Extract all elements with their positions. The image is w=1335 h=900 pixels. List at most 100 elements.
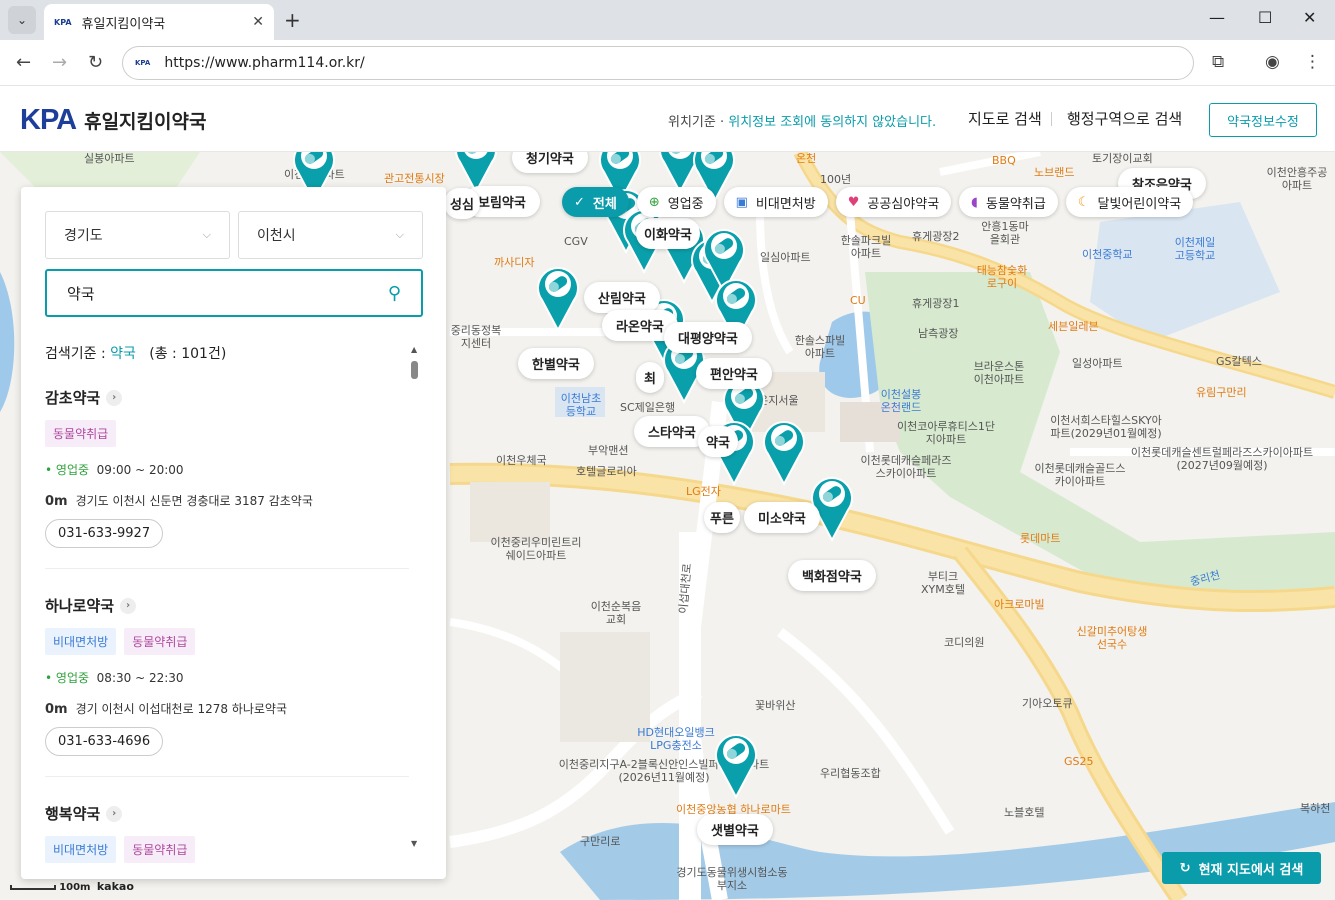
map-label: 노브랜드 — [1034, 166, 1075, 179]
list-item[interactable]: 하나로약국 › 비대면처방 동물약취급 • 영업중 08:30 ~ 22:30 0m… — [45, 595, 409, 777]
browser-tab-active[interactable]: KPA 휴일지킴이약국 ✕ — [44, 4, 274, 40]
new-tab-icon[interactable]: + — [284, 8, 301, 32]
map-scale: 100m kakao — [10, 880, 134, 893]
capsule-icon: ◖ — [971, 194, 979, 210]
header-divider — [1051, 112, 1052, 126]
pharmacy-name[interactable]: 행복약국 — [45, 803, 100, 824]
business-hours: 08:30 ~ 22:30 — [96, 671, 184, 685]
location-info: 위치기준 · 위치정보 조회에 동의하지 않았습니다. — [668, 111, 936, 130]
map-label: GS25 — [1064, 755, 1094, 768]
phone-button[interactable]: 031-633-4696 — [45, 727, 164, 756]
menu-kebab-icon[interactable]: ⋮ — [1304, 52, 1321, 72]
forward-icon[interactable]: → — [52, 52, 67, 73]
filter-label: 공공심야약국 — [867, 196, 940, 212]
list-item[interactable]: 감초약국 › 동물약취급 • 영업중 09:00 ~ 20:00 0m 경기도 이천… — [45, 387, 409, 569]
pharmacy-map-label[interactable]: 성심 — [444, 188, 480, 219]
scroll-down-icon[interactable]: ▼ — [411, 839, 417, 848]
search-input[interactable] — [67, 284, 367, 302]
research-label: 현재 지도에서 검색 — [1198, 862, 1304, 878]
pharmacy-pin-icon[interactable] — [760, 414, 808, 487]
extensions-icon[interactable]: ⧉ — [1212, 52, 1224, 72]
nav-map-search[interactable]: 지도로 검색 — [968, 108, 1042, 129]
chevron-right-icon[interactable]: › — [106, 805, 123, 822]
map-label: 아크로마빌 — [994, 598, 1045, 611]
edit-pharmacy-button[interactable]: 약국정보수정 — [1209, 103, 1317, 137]
profile-icon[interactable]: ◉ — [1265, 52, 1280, 72]
minimize-icon[interactable]: — — [1209, 8, 1225, 27]
url-input[interactable]: KPA https://www.pharm114.or.kr/ — [122, 46, 1194, 80]
scroll-thumb[interactable] — [411, 361, 418, 379]
pharmacy-pin-icon[interactable] — [712, 727, 760, 800]
pharmacy-map-label[interactable]: 대평양약국 — [664, 322, 752, 353]
pharmacy-name[interactable]: 하나로약국 — [45, 595, 114, 616]
search-icon[interactable]: ⚲ — [388, 283, 401, 304]
pharmacy-pin-icon[interactable] — [534, 260, 582, 333]
check-icon: ✓ — [574, 194, 585, 210]
search-field[interactable]: ⚲ — [45, 269, 423, 317]
filter-moonlight[interactable]: ☾ 달빛어린이약국 — [1065, 187, 1194, 217]
logo[interactable]: KPA 휴일지킴이약국 — [20, 104, 206, 137]
filter-remote-rx[interactable]: ▣ 비대면처방 — [723, 187, 828, 217]
map-label: 중리동정복지센터 — [450, 324, 502, 350]
pharmacy-map-label[interactable]: 이화약국 — [636, 218, 700, 249]
pharmacy-map-label[interactable]: 최 — [636, 362, 664, 393]
map-label: 코디의원 — [944, 636, 985, 649]
tab-search-dropdown-icon[interactable]: ⌄ — [8, 6, 36, 34]
tag-vet: 동물약취급 — [124, 628, 196, 655]
map-label: 100년 — [820, 173, 852, 186]
result-summary: 검색기준 : 약국 (총 : 101건) — [45, 343, 226, 363]
chevron-right-icon[interactable]: › — [106, 389, 123, 406]
filter-all[interactable]: ✓ 전체 — [562, 187, 629, 217]
map-label: BBQ — [992, 154, 1016, 167]
pharmacy-map-label[interactable]: 한별약국 — [518, 348, 594, 379]
chevron-right-icon[interactable]: › — [120, 597, 137, 614]
map-label: 한솔스파빌아파트 — [794, 334, 846, 360]
map-label: 부악맨션 — [588, 444, 629, 457]
tab-close-icon[interactable]: ✕ — [252, 14, 264, 30]
back-icon[interactable]: ← — [16, 52, 31, 73]
research-current-map-button[interactable]: ↻ 현재 지도에서 검색 — [1162, 852, 1321, 884]
map-label: 이천설봉온천랜드 — [880, 388, 922, 414]
kakao-logo[interactable]: kakao — [97, 880, 134, 893]
pharmacy-map-label[interactable]: 약국 — [698, 426, 738, 457]
list-scrollbar[interactable]: ▲ ▼ — [410, 345, 420, 848]
pharmacy-map-label[interactable]: 산림약국 — [584, 282, 660, 313]
filter-vet[interactable]: ◖ 동물약취급 — [959, 187, 1058, 217]
pharmacy-map-label[interactable]: 백화점약국 — [788, 560, 876, 591]
pharmacy-map-label[interactable]: 편안약국 — [696, 358, 772, 389]
nav-region-search[interactable]: 행정구역으로 검색 — [1067, 108, 1182, 129]
map-label: 한솔파크빌아파트 — [840, 234, 892, 260]
pharmacy-map-label[interactable]: 샛별약국 — [697, 814, 773, 845]
map-label: 안흥1동마을회관 — [981, 220, 1029, 246]
map-label: 이천남초등학교 — [560, 392, 602, 418]
phone-button[interactable]: 031-633-9927 — [45, 519, 164, 548]
map-label: 휴게광장1 — [912, 297, 960, 310]
map-label: 구만리로 — [580, 835, 621, 848]
map-label: 우리협동조합 — [820, 767, 881, 780]
close-window-icon[interactable]: ✕ — [1303, 8, 1316, 27]
scroll-up-icon[interactable]: ▲ — [411, 345, 417, 354]
filter-open[interactable]: ⊕ 영업중 — [636, 187, 716, 217]
location-status-link[interactable]: 위치정보 조회에 동의하지 않았습니다. — [728, 115, 936, 130]
map-label: 노블호텔 — [1004, 806, 1045, 819]
province-select[interactable]: 경기도 ⌵ — [45, 211, 230, 259]
map-label: 휴게광장2 — [912, 230, 960, 243]
reload-icon[interactable]: ↻ — [88, 52, 103, 73]
tag-remote-rx: 비대면처방 — [45, 628, 117, 655]
city-select[interactable]: 이천시 ⌵ — [238, 211, 423, 259]
pharmacy-map-label[interactable]: 청기약국 — [512, 152, 588, 173]
monitor-icon: ▣ — [735, 194, 748, 210]
address: 경기 이천시 이섭대천로 1278 하나로약국 — [75, 702, 287, 716]
map-label: 이천중학교 — [1082, 248, 1133, 261]
map-label: 이천중리우미린트리쉐이드아파트 — [490, 536, 582, 562]
pharmacy-map-label[interactable]: 미소약국 — [744, 502, 820, 533]
maximize-icon[interactable]: ☐ — [1258, 8, 1272, 27]
search-panel: 경기도 ⌵ 이천시 ⌵ ⚲ 검색기준 : 약국 (총 : 101건) 감초약국 › 동… — [21, 187, 446, 879]
pharmacy-map-label[interactable]: 푸른 — [704, 502, 740, 533]
map-label: 이천안흥주공아파트 — [1266, 166, 1328, 192]
chevron-down-icon: ⌵ — [202, 228, 211, 241]
filter-night[interactable]: ♥ 공공심야약국 — [835, 187, 952, 217]
map-label: 이천서희스타힐스SKY아파트(2029년01월예정) — [1050, 414, 1162, 440]
list-item[interactable]: 행복약국 › 비대면처방 동물약취급 — [45, 803, 409, 879]
pharmacy-name[interactable]: 감초약국 — [45, 387, 100, 408]
